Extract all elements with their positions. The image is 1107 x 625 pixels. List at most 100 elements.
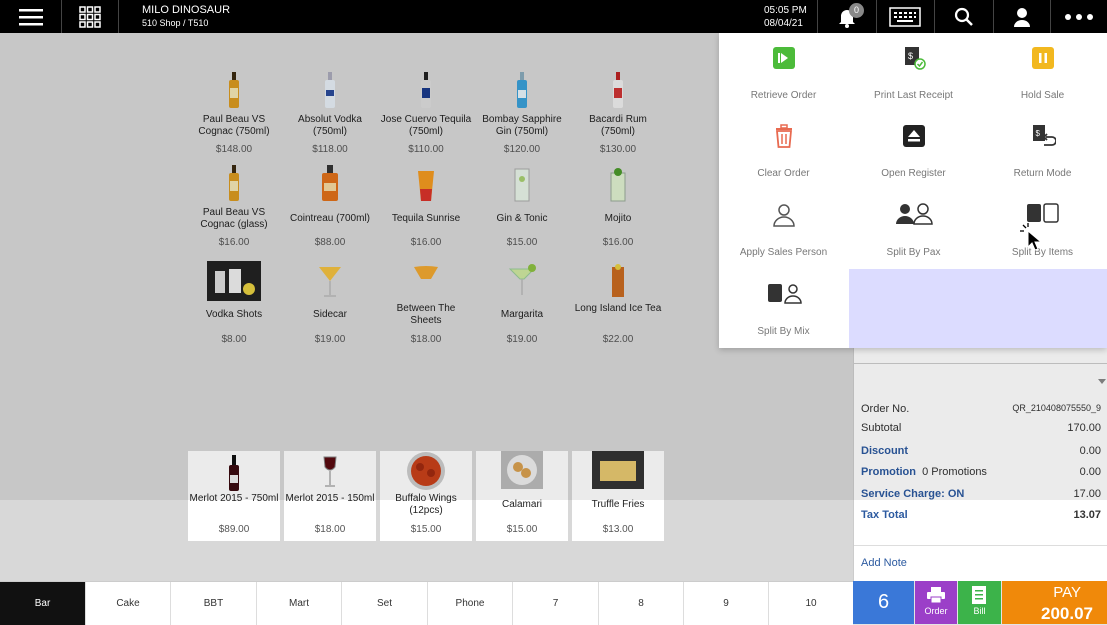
discount-label[interactable]: Discount (861, 445, 908, 457)
product-card[interactable]: Sidecar $19.00 (284, 259, 376, 349)
product-name: Paul Beau VS Cognac (750ml) (198, 114, 270, 137)
product-card[interactable]: Jose Cuervo Tequila (750ml) $110.00 (380, 68, 472, 158)
pax-button[interactable]: 6 (853, 581, 914, 624)
receipt-check-icon: $ (904, 47, 926, 70)
product-name: Truffle Fries (591, 499, 645, 510)
category-tab[interactable]: BBT (171, 582, 257, 625)
clear-order-button[interactable]: Clear Order (719, 111, 848, 189)
search-button[interactable] (935, 0, 994, 33)
retrieve-order-button[interactable]: Retrieve Order (719, 33, 848, 111)
open-register-button[interactable]: Open Register (849, 111, 978, 189)
category-tab[interactable]: Bar (0, 582, 86, 625)
product-card[interactable]: Calamari $15.00 (476, 451, 568, 541)
product-name: Mojito (604, 213, 632, 224)
add-note-link[interactable]: Add Note (861, 557, 907, 569)
vodka-shots-image (207, 261, 261, 301)
split-by-mix-button[interactable]: Split By Mix (719, 269, 848, 347)
subtotal-row: Subtotal 170.00 (861, 422, 1101, 434)
product-price: $148.00 (215, 144, 253, 155)
printer-icon (927, 587, 945, 603)
apply-sales-person-button[interactable]: Apply Sales Person (719, 190, 848, 268)
truffle-fries-image (592, 451, 644, 489)
product-name: Cointreau (700ml) (289, 213, 371, 224)
category-tab[interactable]: Cake (86, 582, 171, 625)
eject-icon (902, 125, 925, 147)
product-card[interactable]: Paul Beau VS Cognac (750ml) $148.00 (188, 68, 280, 158)
category-tab[interactable]: Mart (257, 582, 342, 625)
product-card[interactable]: Mojito $16.00 (572, 161, 664, 251)
product-card[interactable]: Tequila Sunrise $16.00 (380, 161, 472, 251)
product-card[interactable]: Merlot 2015 - 750ml $89.00 (188, 451, 280, 541)
discount-row[interactable]: Discount 0.00 (861, 445, 1101, 457)
product-card[interactable]: Buffalo Wings (12pcs) $15.00 (380, 451, 472, 541)
product-card[interactable]: Margarita $19.00 (476, 259, 568, 349)
bill-button[interactable]: Bill (958, 581, 1001, 624)
svg-text:$: $ (1035, 129, 1040, 138)
tequila-sunrise-image (418, 171, 434, 201)
service-charge-value: 17.00 (1073, 488, 1101, 500)
gin-bottle-image (517, 72, 527, 108)
category-tab[interactable]: 9 (684, 582, 769, 625)
product-price: $15.00 (506, 237, 538, 248)
buffalo-wings-image (407, 452, 445, 490)
more-button[interactable] (1051, 0, 1107, 33)
split-mix-icon (767, 284, 802, 304)
gin-tonic-image (514, 168, 530, 202)
hamburger-menu-button[interactable] (0, 0, 62, 33)
tequila-bottle-image (421, 72, 431, 108)
product-name: Gin & Tonic (496, 213, 548, 224)
product-price: $19.00 (314, 334, 346, 345)
product-card[interactable]: Truffle Fries $13.00 (572, 451, 664, 541)
rum-bottle-image (613, 72, 623, 108)
grid-icon (79, 5, 101, 28)
promotion-row[interactable]: Promotion 0 Promotions 0.00 (861, 466, 1101, 478)
sidecar-image (319, 267, 341, 297)
grid-view-button[interactable] (62, 0, 119, 33)
service-charge-label[interactable]: Service Charge: ON (861, 488, 964, 500)
product-card[interactable]: Merlot 2015 - 150ml $18.00 (284, 451, 376, 541)
pay-button[interactable]: PAY 200.07 (1002, 581, 1107, 624)
keyboard-button[interactable] (876, 0, 935, 33)
date: 08/04/21 (764, 18, 803, 29)
product-name: Buffalo Wings (12pcs) (395, 493, 457, 516)
merlot-bottle-image (229, 455, 239, 491)
promotion-label[interactable]: Promotion (861, 466, 916, 478)
product-card[interactable]: Absolut Vodka (750ml) $118.00 (284, 68, 376, 158)
top-bar: MILO DINOSAUR 510 Shop / T510 05:05 PM 0… (0, 0, 1107, 33)
pay-label: PAY (1053, 584, 1081, 601)
product-card[interactable]: Between The Sheets $18.00 (380, 259, 472, 349)
product-card[interactable]: Cointreau (700ml) $88.00 (284, 161, 376, 251)
menu-label: Open Register (881, 168, 946, 179)
return-mode-button[interactable]: $ Return Mode (978, 111, 1107, 189)
category-tab[interactable]: 10 (769, 582, 853, 625)
category-tab[interactable]: 8 (599, 582, 684, 625)
product-name: Merlot 2015 - 750ml (189, 493, 279, 504)
category-tab[interactable]: Set (342, 582, 428, 625)
category-tab[interactable]: Phone (428, 582, 513, 625)
category-tab[interactable]: 7 (513, 582, 599, 625)
print-last-receipt-button[interactable]: $ Print Last Receipt (849, 33, 978, 111)
scroll-down-icon[interactable] (1098, 379, 1106, 384)
split-by-pax-button[interactable]: Split By Pax (849, 190, 978, 268)
product-price: $13.00 (602, 524, 634, 535)
vodka-bottle-image (325, 72, 335, 108)
product-card[interactable]: Bacardi Rum (750ml) $130.00 (572, 68, 664, 158)
notifications-button[interactable]: 0 (817, 0, 877, 33)
product-price: $18.00 (314, 524, 346, 535)
category-bar: Bar Cake BBT Mart Set Phone 7 8 9 10 (0, 581, 853, 625)
product-card[interactable]: Long Island Ice Tea $22.00 (572, 259, 664, 349)
hold-sale-button[interactable]: Hold Sale (978, 33, 1107, 111)
user-button[interactable] (994, 0, 1051, 33)
product-card[interactable]: Paul Beau VS Cognac (glass) $16.00 (188, 161, 280, 251)
time: 05:05 PM (764, 5, 807, 16)
order-button[interactable]: Order (915, 581, 957, 624)
cognac-glass-image (229, 165, 239, 201)
product-card[interactable]: Bombay Sapphire Gin (750ml) $120.00 (476, 68, 568, 158)
service-charge-row[interactable]: Service Charge: ON 17.00 (861, 488, 1101, 500)
split-by-items-button[interactable]: Split By Items (978, 190, 1107, 268)
product-card[interactable]: Gin & Tonic $15.00 (476, 161, 568, 251)
product-card[interactable]: Vodka Shots $8.00 (188, 259, 280, 349)
order-no-label: Order No. (861, 403, 910, 415)
mojito-image (610, 168, 626, 202)
product-price: $118.00 (312, 144, 348, 155)
